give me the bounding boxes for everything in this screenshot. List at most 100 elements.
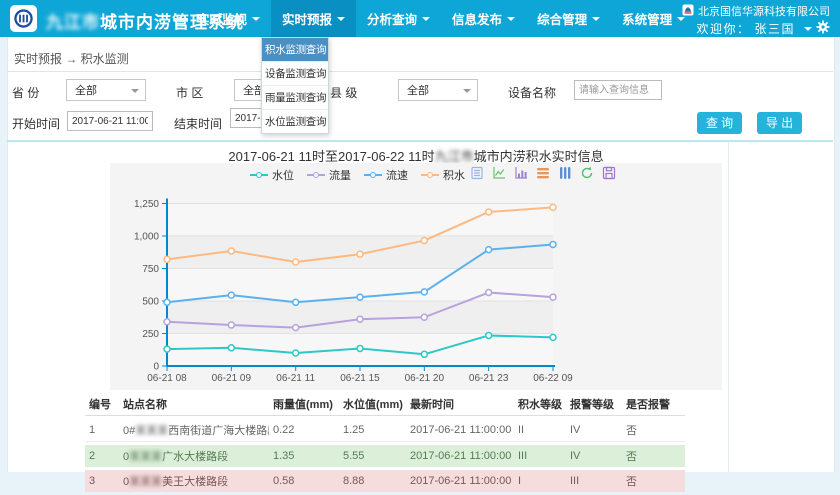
data-point xyxy=(421,314,427,320)
start-time-label: 开始时间 xyxy=(12,115,60,132)
province-select[interactable]: 全部 xyxy=(66,79,146,101)
data-point xyxy=(421,289,427,295)
x-axis-label: 06-21 20 xyxy=(405,373,445,384)
county-label: 县 级 xyxy=(330,84,357,101)
data-point xyxy=(550,204,556,210)
tiled-icon[interactable] xyxy=(558,166,572,185)
chart-title-prefix: 2017-06-21 11时至2017-06-22 11时 xyxy=(228,149,434,164)
cell-flood-level: III xyxy=(514,445,566,467)
nav-item-comprehensive-mgmt[interactable]: 综合管理 xyxy=(526,0,611,37)
dropdown-item-rainfall-monitoring-query[interactable]: 雨量监测查询 xyxy=(262,86,328,110)
data-point xyxy=(486,209,492,215)
navbar-right: 北京国信华源科技有限公司 欢迎你：张三国 xyxy=(682,3,830,37)
legend-item-water-level[interactable]: 水位 xyxy=(250,167,294,183)
y-axis-label: 250 xyxy=(142,329,159,340)
column-header-alarm-level: 报警等级 xyxy=(566,393,622,416)
dropdown-item-device-monitoring-query[interactable]: 设备监测查询 xyxy=(262,62,328,86)
chart-title-city: 九江市 xyxy=(435,149,474,164)
data-point xyxy=(228,292,234,298)
app-title-city: 九江市 xyxy=(46,13,100,32)
device-name-input[interactable] xyxy=(574,80,662,100)
restore-icon[interactable] xyxy=(580,166,594,185)
data-point xyxy=(228,248,234,254)
welcome-area: 欢迎你：张三国 xyxy=(682,20,830,37)
bar-chart-icon[interactable] xyxy=(514,166,528,185)
device-name-label: 设备名称 xyxy=(508,84,556,101)
legend-label: 流量 xyxy=(329,167,351,183)
export-button[interactable]: 导 出 xyxy=(757,112,802,134)
column-header-station-name: 站点名称 xyxy=(119,393,269,416)
column-header-rainfall: 雨量值(mm) xyxy=(269,393,339,416)
cell-flood-level: II xyxy=(514,419,566,442)
chevron-down-icon xyxy=(422,17,430,21)
flood-chart-panel: 水位 流量流速积水 02505007501,0001,25006-21 0806-… xyxy=(110,163,722,390)
user-name[interactable]: 张三国 xyxy=(754,20,795,37)
nav-item-analysis-query[interactable]: 分析查询 xyxy=(356,0,441,37)
cell-water-level: 5.55 xyxy=(339,445,406,467)
end-time-label: 结束时间 xyxy=(174,115,222,132)
nav-item-label: 分析查询 xyxy=(367,9,417,28)
table-row-station-2: 20某某某广水大楼路段1.355.552017-06-21 11:00:00II… xyxy=(85,445,685,467)
nav-item-label: 实时监视 xyxy=(197,9,247,28)
cell-station-name: 0某某某广水大楼路段 xyxy=(119,445,269,467)
cell-station-name: 0某某某美王大楼路段 xyxy=(119,470,269,492)
data-point xyxy=(357,345,363,351)
legend-marker-icon xyxy=(421,174,439,176)
cell-water-level: 8.88 xyxy=(339,470,406,492)
cell-alarm-level: III xyxy=(566,470,622,492)
query-button[interactable]: 查 询 xyxy=(697,112,742,134)
legend-label: 水位 xyxy=(272,167,294,183)
x-axis-label: 06-21 08 xyxy=(147,373,187,384)
cell-alarm-level: IV xyxy=(566,445,622,467)
cell-alarmed: 否 xyxy=(622,419,685,442)
data-point xyxy=(293,350,299,356)
legend-marker-icon xyxy=(250,174,268,176)
cell-alarmed: 否 xyxy=(622,470,685,492)
data-point xyxy=(164,299,170,305)
chart-title-suffix: 城市内涝积水实时信息 xyxy=(474,149,604,164)
y-axis-label: 0 xyxy=(153,362,159,373)
section-divider xyxy=(7,140,833,142)
nav-menu-bar: 实时监视实时预报分析查询信息发布综合管理系统管理 xyxy=(186,0,696,37)
legend-marker-icon xyxy=(307,174,325,176)
page-root: 九江市城市内涝管理系统 实时监视实时预报分析查询信息发布综合管理系统管理 北京国… xyxy=(0,0,840,472)
station-name-redacted: 某某某 xyxy=(129,451,162,463)
start-time-input[interactable] xyxy=(67,111,153,131)
stack-icon[interactable] xyxy=(536,166,550,185)
y-axis-label: 1,250 xyxy=(134,199,159,210)
table-row-station-3: 30某某某美王大楼路段0.588.882017-06-21 11:00:00II… xyxy=(85,470,685,492)
legend-item-flow[interactable]: 流量 xyxy=(307,167,351,183)
cell-latest-time: 2017-06-21 11:00:00 xyxy=(406,470,514,492)
breadcrumb-divider xyxy=(7,71,833,72)
cell-water-level: 1.25 xyxy=(339,419,406,442)
chevron-down-icon xyxy=(507,17,515,21)
dropdown-item-water-level-monitoring-query[interactable]: 水位监测查询 xyxy=(262,110,328,133)
station-name-redacted: 某某某 xyxy=(129,476,162,488)
settings-gear-icon[interactable] xyxy=(816,20,830,37)
dropdown-item-flood-monitoring-query[interactable]: 积水监测查询 xyxy=(262,38,328,62)
company-name-text: 北京国信华源科技有限公司 xyxy=(698,3,830,19)
x-axis-label: 06-22 09 xyxy=(533,373,573,384)
save-icon[interactable] xyxy=(602,166,616,185)
legend-item-flood-depth[interactable]: 积水 xyxy=(421,167,465,183)
line-chart-icon[interactable] xyxy=(492,166,506,185)
province-select-value: 全部 xyxy=(75,82,97,98)
flood-line-chart: 02505007501,0001,25006-21 0806-21 0906-2… xyxy=(110,163,722,390)
data-view-icon[interactable] xyxy=(470,166,484,185)
legend-marker-icon xyxy=(364,174,382,176)
province-label: 省 份 xyxy=(12,84,39,101)
table-header-row: 编号站点名称雨量值(mm)水位值(mm)最新时间积水等级报警等级是否报警 xyxy=(85,393,685,416)
data-point xyxy=(164,256,170,262)
cell-alarmed: 否 xyxy=(622,445,685,467)
company-name: 北京国信华源科技有限公司 xyxy=(682,3,830,19)
nav-item-realtime-forecast[interactable]: 实时预报 xyxy=(271,0,356,37)
forecast-dropdown-menu: 积水监测查询设备监测查询雨量监测查询水位监测查询 xyxy=(261,37,329,134)
chevron-down-icon xyxy=(463,89,471,93)
user-chevron-down-icon[interactable] xyxy=(804,27,812,31)
legend-item-flow-speed[interactable]: 流速 xyxy=(364,167,408,183)
column-header-latest-time: 最新时间 xyxy=(406,393,514,416)
county-select[interactable]: 全部 xyxy=(398,79,478,101)
nav-item-info-publish[interactable]: 信息发布 xyxy=(441,0,526,37)
nav-item-realtime-monitoring[interactable]: 实时监视 xyxy=(186,0,271,37)
chart-legend: 水位 流量流速积水 xyxy=(250,167,465,183)
